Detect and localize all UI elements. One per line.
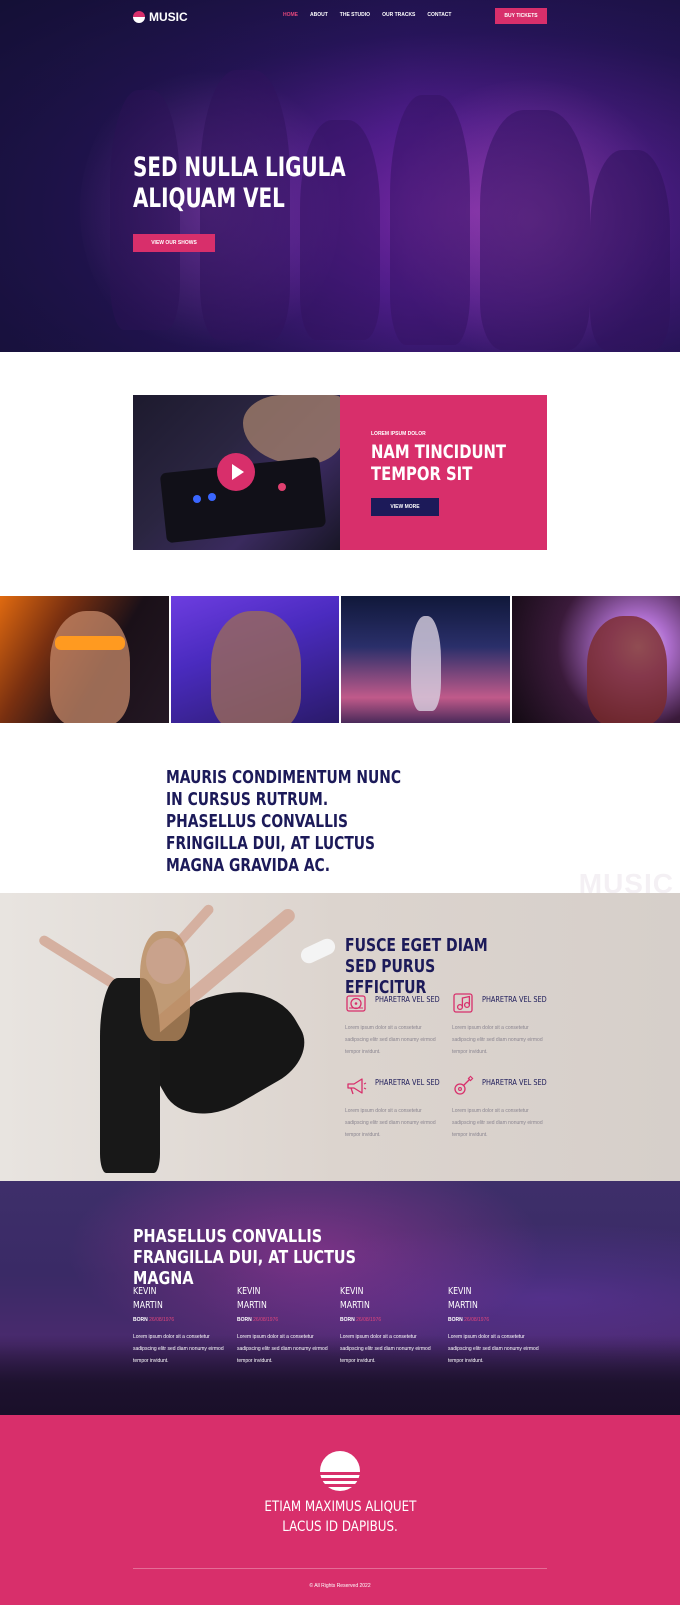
dancer-head xyxy=(146,938,186,984)
footer: ETIAM MAXIMUS ALIQUET LACUS ID DAPIBUS. … xyxy=(0,1415,680,1605)
feature-item-title: PHARETRA VEL SED xyxy=(375,995,440,1004)
artist-bio: Lorem ipsum dolor sit a consetetur sadip… xyxy=(133,1334,224,1364)
feature-item-text: Lorem ipsum dolor sit a consetetur sadip… xyxy=(345,1108,436,1138)
artist-born-date: 26/08/1976 xyxy=(356,1317,382,1323)
music-note-icon xyxy=(453,993,473,1013)
features-title: FUSCE EGET DIAM SED PURUS EFFICITUR xyxy=(345,935,488,998)
nav-item-the-studio[interactable]: THE STUDIO xyxy=(340,12,370,18)
artist-last-name: MARTIN xyxy=(448,1300,478,1311)
artist-first-name: KEVIN xyxy=(448,1286,472,1297)
artist-born-date: 26/08/1976 xyxy=(253,1317,279,1323)
nav-item-contact[interactable]: CONTACT xyxy=(427,12,451,18)
footer-logo-icon[interactable] xyxy=(319,1450,361,1492)
feature-item-text: Lorem ipsum dolor sit a consetetur sadip… xyxy=(345,1025,436,1055)
feature-item-title: PHARETRA VEL SED xyxy=(482,995,547,1004)
play-video-button[interactable] xyxy=(217,453,255,491)
artist-born: BORN 26/08/1976 xyxy=(448,1317,548,1323)
top-nav: MUSIC HOME ABOUT THE STUDIO OUR TRACKS C… xyxy=(133,8,547,26)
born-label: BORN xyxy=(340,1317,355,1323)
view-shows-button[interactable]: VIEW OUR SHOWS xyxy=(133,234,215,252)
photo-sunglasses xyxy=(55,636,125,650)
artist-born: BORN 26/08/1976 xyxy=(237,1317,337,1323)
photo-figure xyxy=(210,611,301,723)
main-menu: HOME ABOUT THE STUDIO OUR TRACKS CONTACT xyxy=(283,12,451,18)
gallery-photo-concert-singer[interactable] xyxy=(511,596,680,723)
photo-gallery xyxy=(0,596,680,723)
artist-born-date: 26/08/1976 xyxy=(149,1317,175,1323)
artist-bio: Lorem ipsum dolor sit a consetetur sadip… xyxy=(340,1334,431,1364)
feature-title: NAM TINCIDUNT TEMPOR SIT xyxy=(371,441,507,485)
artist-card: KEVIN MARTIN BORN 26/08/1976 Lorem ipsum… xyxy=(133,1285,233,1367)
nav-item-about[interactable]: ABOUT xyxy=(310,12,328,18)
controller-pad xyxy=(278,483,286,491)
artist-last-name: MARTIN xyxy=(340,1300,370,1311)
site-logo[interactable]: MUSIC xyxy=(133,10,188,24)
dj-video-thumbnail[interactable] xyxy=(133,395,340,550)
guitar-icon xyxy=(454,1075,474,1095)
feature-kicker: LOREM IPSUM DOLOR xyxy=(371,431,426,437)
artist-first-name: KEVIN xyxy=(133,1286,157,1297)
feature-section: LOREM IPSUM DOLOR NAM TINCIDUNT TEMPOR S… xyxy=(133,395,547,550)
artist-bio: Lorem ipsum dolor sit a consetetur sadip… xyxy=(237,1334,328,1364)
footer-tagline-line-1: ETIAM MAXIMUS ALIQUET xyxy=(263,1499,417,1515)
artist-born: BORN 26/08/1976 xyxy=(340,1317,440,1323)
artist-last-name: MARTIN xyxy=(237,1300,267,1311)
artist-bio: Lorem ipsum dolor sit a consetetur sadip… xyxy=(448,1334,539,1364)
artist-card: KEVIN MARTIN BORN 26/08/1976 Lorem ipsum… xyxy=(448,1285,548,1367)
nav-item-home[interactable]: HOME xyxy=(283,12,298,18)
photo-figure xyxy=(586,616,667,723)
artist-card: KEVIN MARTIN BORN 26/08/1976 Lorem ipsum… xyxy=(237,1285,337,1367)
artist-born-date: 26/08/1976 xyxy=(464,1317,490,1323)
artist-first-name: KEVIN xyxy=(237,1286,261,1297)
dj-hand xyxy=(243,395,340,465)
footer-divider xyxy=(133,1568,547,1569)
artist-born: BORN 26/08/1976 xyxy=(133,1317,233,1323)
gallery-photo-street-dancer[interactable] xyxy=(341,596,510,723)
born-label: BORN xyxy=(237,1317,252,1323)
born-label: BORN xyxy=(448,1317,463,1323)
quote-heading: MAURIS CONDIMENTUM NUNC IN CURSUS RUTRUM… xyxy=(166,767,402,876)
artist-first-name: KEVIN xyxy=(340,1286,364,1297)
gallery-photo-singer-microphone[interactable] xyxy=(170,596,339,723)
feature-item-title: PHARETRA VEL SED xyxy=(482,1078,547,1087)
photo-figure xyxy=(411,616,441,711)
hero-section: MUSIC HOME ABOUT THE STUDIO OUR TRACKS C… xyxy=(0,0,680,352)
logo-icon xyxy=(133,11,145,23)
controller-pad xyxy=(193,495,201,503)
nav-item-our-tracks[interactable]: OUR TRACKS xyxy=(382,12,415,18)
feature-item-text: Lorem ipsum dolor sit a consetetur sadip… xyxy=(452,1108,543,1138)
logo-text: MUSIC xyxy=(149,10,188,24)
born-label: BORN xyxy=(133,1317,148,1323)
artists-title: PHASELLUS CONVALLIS FRANGILLA DUI, AT LU… xyxy=(133,1226,356,1289)
buy-tickets-button[interactable]: BUY TICKETS xyxy=(495,8,547,24)
artist-card: KEVIN MARTIN BORN 26/08/1976 Lorem ipsum… xyxy=(340,1285,440,1367)
feature-text-box: LOREM IPSUM DOLOR NAM TINCIDUNT TEMPOR S… xyxy=(340,395,547,550)
artist-last-name: MARTIN xyxy=(133,1300,163,1311)
hero-title: SED NULLA LIGULA ALIQUAM VEL xyxy=(133,152,346,214)
copyright-text: © All Rights Reserved 2022 xyxy=(309,1583,371,1589)
feature-item-text: Lorem ipsum dolor sit a consetetur sadip… xyxy=(452,1025,543,1055)
view-more-button[interactable]: VIEW MORE xyxy=(371,498,439,516)
footer-tagline-line-2: LACUS ID DAPIBUS. xyxy=(282,1519,398,1535)
feature-item-title: PHARETRA VEL SED xyxy=(375,1078,440,1087)
megaphone-icon xyxy=(347,1078,367,1095)
vinyl-player-icon xyxy=(346,995,366,1012)
photo-figure xyxy=(50,611,130,723)
features-section xyxy=(0,893,680,1181)
controller-pad xyxy=(208,493,216,501)
gallery-photo-singer-sunglasses[interactable] xyxy=(0,596,169,723)
footer-tagline: ETIAM MAXIMUS ALIQUET LACUS ID DAPIBUS. xyxy=(0,1497,680,1537)
play-icon xyxy=(232,464,244,480)
